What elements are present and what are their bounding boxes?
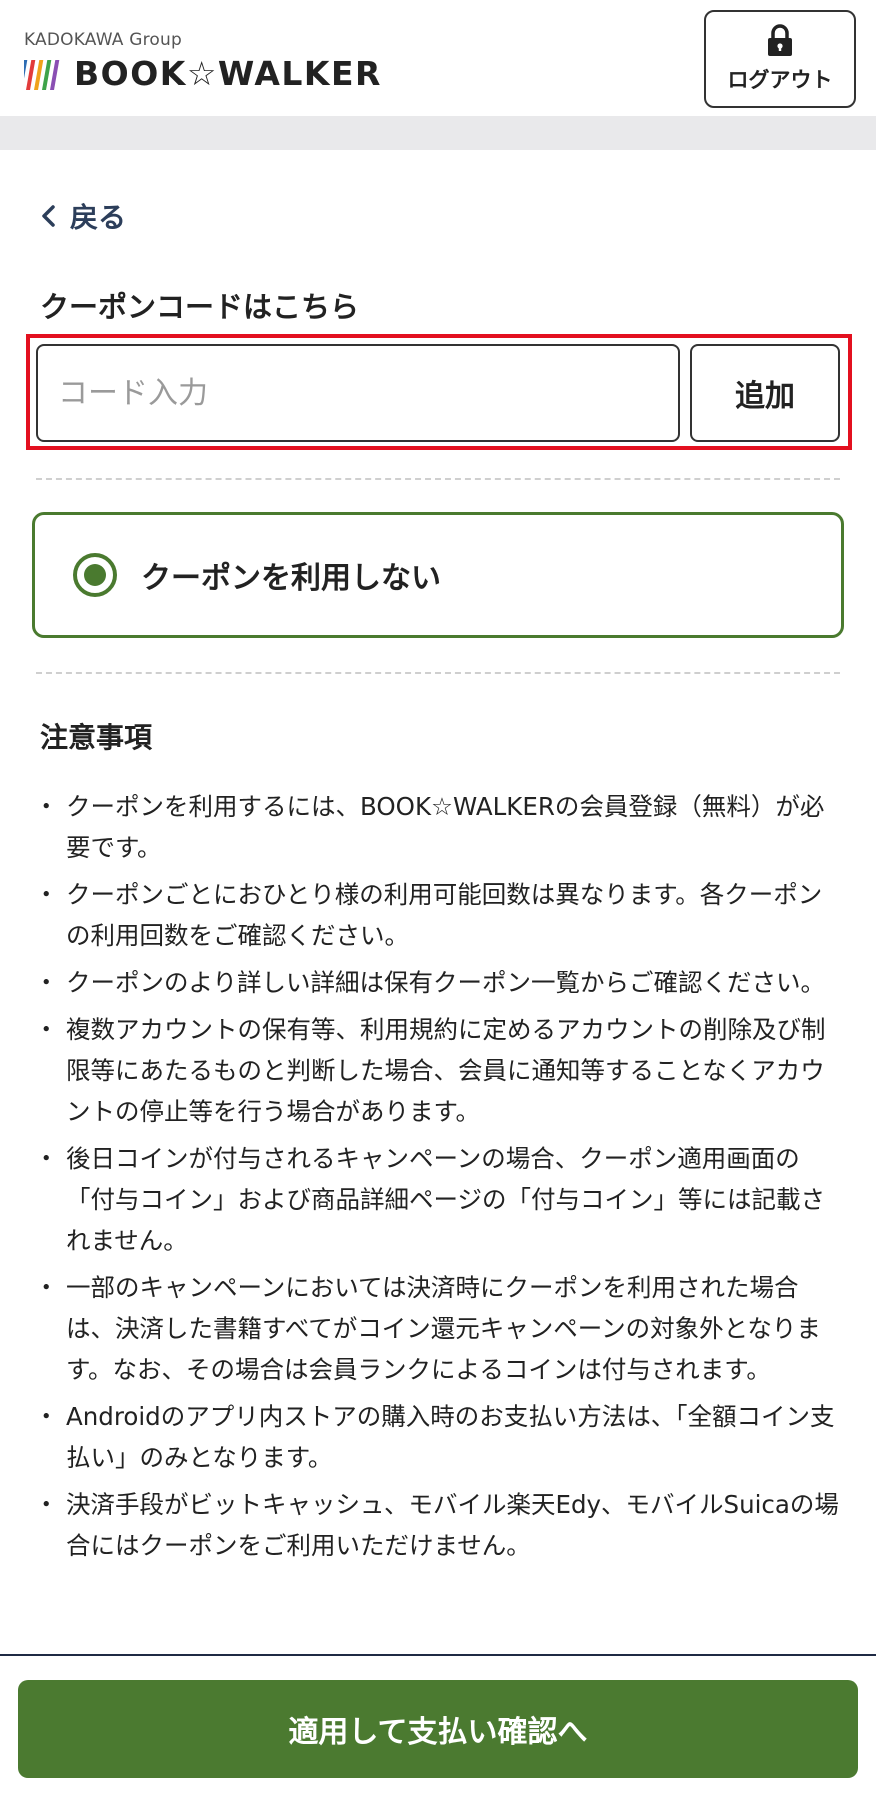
coupon-code-title: クーポンコードはこちら [40,290,360,324]
notes-list: クーポンを利用するには、BOOK☆WALKERの会員登録（無料）が必要です。 ク… [34,786,840,1572]
brand-group-label: KADOKAWA Group [24,30,182,50]
no-coupon-label: クーポンを利用しない [141,561,441,596]
note-item: 複数アカウントの保有等、利用規約に定めるアカウントの削除及び制限等にあたるものと… [34,1009,840,1132]
note-item: Androidのアプリ内ストアの購入時のお支払い方法は、「全額コイン支払い」のみ… [34,1396,840,1478]
note-item: クーポンごとにおひとり様の利用可能回数は異なります。各クーポンの利用回数をご確認… [34,874,840,956]
note-item: 決済手段がビットキャッシュ、モバイル楽天Edy、モバイルSuicaの場合にはクー… [34,1484,840,1566]
note-item: 後日コインが付与されるキャンペーンの場合、クーポン適用画面の「付与コイン」および… [34,1138,840,1261]
note-item: クーポンのより詳しい詳細は保有クーポン一覧からご確認ください。 [34,962,840,1003]
back-link[interactable]: 戻る [40,196,126,236]
dashed-divider [36,478,840,480]
lock-icon [768,24,792,56]
header-divider-band [0,116,876,150]
add-coupon-button[interactable]: 追加 [690,344,840,442]
logout-label: ログアウト [727,68,833,92]
chevron-left-icon [42,205,55,227]
app-header: KADOKAWA Group BOOK☆WALKER ログアウト [0,0,876,116]
note-item: 一部のキャンペーンにおいては決済時にクーポンを利用された場合は、決済した書籍すべ… [34,1267,840,1390]
note-item: クーポンを利用するには、BOOK☆WALKERの会員登録（無料）が必要です。 [34,786,840,868]
radio-selected-icon[interactable] [73,553,117,597]
radio-dot [84,564,106,586]
back-label: 戻る [70,201,127,234]
logo-stripes-icon [24,59,60,90]
apply-and-confirm-button[interactable]: 適用して支払い確認へ [18,1680,858,1778]
logo-text: BOOK☆WALKER [74,54,382,93]
dashed-divider [36,672,840,674]
notes-title: 注意事項 [40,721,153,754]
logout-button[interactable]: ログアウト [704,10,856,108]
bookwalker-logo[interactable]: BOOK☆WALKER [24,54,382,93]
coupon-code-input[interactable] [36,344,680,442]
no-coupon-option[interactable]: クーポンを利用しない [32,512,844,638]
